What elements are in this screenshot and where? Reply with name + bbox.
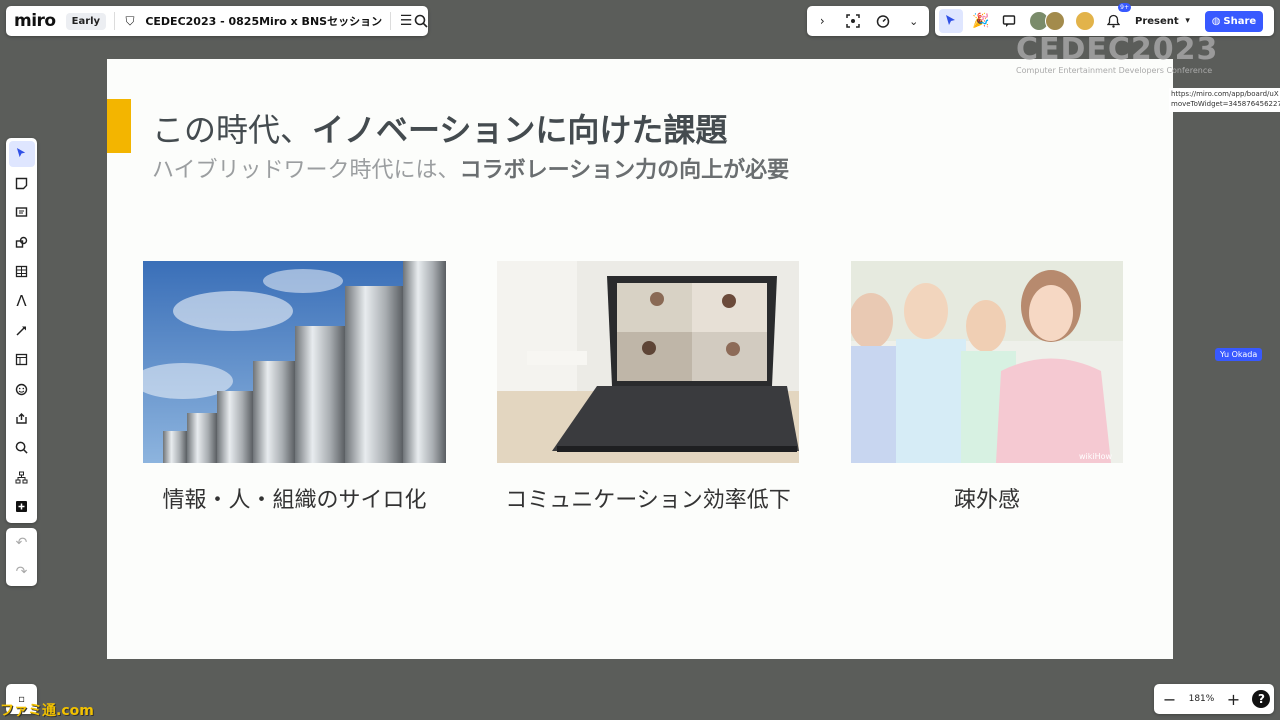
tooltip-url-line: moveToWidget=345876456227 [1171, 100, 1280, 108]
present-dropdown-icon[interactable]: ▾ [1179, 9, 1197, 33]
link-tooltip: https://miro.com/app/board/uX moveToWidg… [1169, 88, 1280, 112]
slide-subtitle: ハイブリッドワーク時代には、コラボレーション力の向上が必要 [152, 152, 789, 184]
miro-logo[interactable]: miro [14, 11, 56, 31]
bell-icon[interactable]: 9+ [1101, 3, 1131, 33]
presentation-slide[interactable]: この時代、イノベーションに向けた課題 ハイブリッドワーク時代には、コラボレーショ… [107, 59, 1173, 659]
avatar[interactable] [1075, 11, 1095, 31]
text-card-icon[interactable] [9, 200, 35, 226]
early-badge: Early [65, 12, 107, 30]
caption-communication: コミュニケーション効率低下 [505, 488, 791, 513]
divider [114, 12, 115, 30]
view-toolbar: › ⌄ [807, 6, 929, 36]
title-accent-bar [107, 99, 131, 153]
shield-icon[interactable]: ⛉ [123, 9, 138, 33]
subtitle-light-part: ハイブリッドワーク時代には、 [152, 158, 460, 183]
zoom-search-icon[interactable] [9, 435, 35, 461]
table-icon[interactable] [9, 259, 35, 285]
undo-icon[interactable]: ↶ [10, 531, 34, 555]
zoom-controls: − 181% + ? [1154, 684, 1274, 714]
search-icon[interactable] [413, 9, 428, 33]
tooltip-url-line: https://miro.com/app/board/uX [1171, 90, 1279, 98]
focus-frame-icon[interactable] [841, 9, 865, 33]
emoji-sticker-icon[interactable] [9, 376, 35, 402]
undo-redo-panel: ↶ ↷ [6, 528, 37, 586]
board-header: miro Early ⛉ CEDEC2023 - 0825Miro x BNSセ… [6, 6, 428, 36]
chevron-right-icon[interactable]: › [810, 9, 834, 33]
board-title[interactable]: CEDEC2023 - 0825Miro x BNSセッション [145, 13, 382, 29]
comment-icon[interactable] [997, 9, 1021, 33]
wikihow-watermark: wikiHow [1079, 452, 1113, 461]
share-label: Share [1223, 15, 1257, 27]
laptop-video-call-photo [497, 261, 799, 463]
isolated-person-illustration: wikiHow [851, 261, 1123, 463]
left-toolbar: Λ [6, 138, 37, 523]
pen-icon[interactable]: Λ [9, 288, 35, 314]
timer-icon[interactable] [871, 9, 895, 33]
zoom-out-icon[interactable]: − [1158, 687, 1182, 711]
caption-silo: 情報・人・組織のサイロ化 [162, 488, 427, 513]
collaborator-cursor-label: Yu Okada [1215, 348, 1263, 361]
divider [390, 12, 391, 30]
connector-arrow-icon[interactable] [9, 317, 35, 343]
zoom-in-icon[interactable]: + [1221, 687, 1245, 711]
globe-icon: ◍ [1211, 15, 1221, 27]
title-light-part: この時代、 [152, 111, 313, 149]
select-tool-icon[interactable] [8, 141, 35, 167]
share-button[interactable]: ◍ Share [1204, 10, 1264, 32]
cedec-wordmark: CEDEC2023 [1016, 32, 1219, 67]
avatar[interactable] [1045, 11, 1065, 31]
zoom-level[interactable]: 181% [1189, 694, 1215, 704]
caption-alienation: 疎外感 [953, 488, 1020, 513]
menu-icon[interactable]: ☰ [399, 9, 414, 33]
cedec-logo: CEDEC2023 Computer Entertainment Develop… [1016, 32, 1219, 84]
notification-count: 9+ [1118, 3, 1131, 12]
help-icon[interactable]: ? [1252, 690, 1271, 708]
chevrons-down-icon[interactable]: ⌄ [902, 9, 926, 33]
add-more-icon[interactable] [9, 494, 35, 520]
upload-icon[interactable] [9, 406, 35, 432]
slide-title: この時代、イノベーションに向けた課題 [152, 105, 727, 151]
title-bold-part: イノベーションに向けた課題 [312, 111, 728, 149]
storage-tanks-photo [143, 261, 446, 463]
collaborator-avatars[interactable] [1029, 11, 1065, 31]
shapes-icon[interactable] [9, 229, 35, 255]
cedec-tagline: Computer Entertainment Developers Confer… [1016, 66, 1213, 75]
subtitle-bold-part: コラボレーション力の向上が必要 [459, 158, 790, 183]
sticky-note-icon[interactable] [9, 170, 35, 196]
famitsu-watermark: ファミ通.com [0, 703, 94, 719]
reactions-icon[interactable]: 🎉 [969, 9, 993, 33]
mindmap-icon[interactable] [9, 464, 35, 490]
frame-template-icon[interactable] [9, 347, 35, 373]
redo-icon[interactable]: ↷ [10, 560, 34, 584]
present-button[interactable]: Present [1135, 16, 1179, 27]
cursor-select-icon[interactable] [939, 9, 963, 33]
